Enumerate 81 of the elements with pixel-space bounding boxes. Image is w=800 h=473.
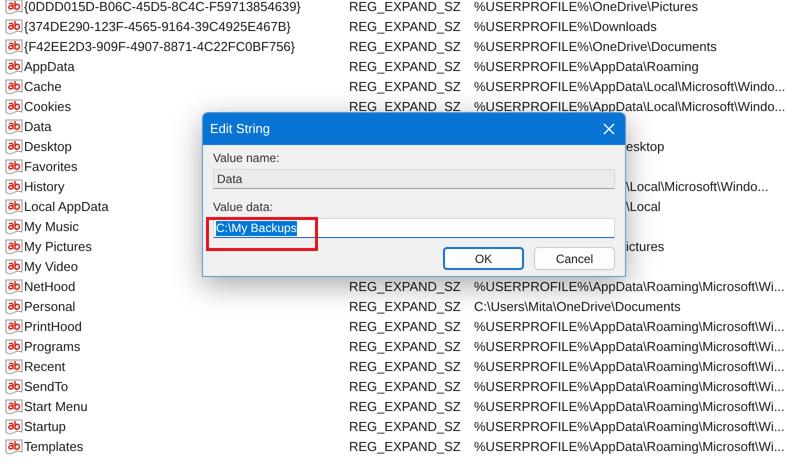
value-data: %USERPROFILE%\AppData\Roaming\Microsoft\Wi... [474, 378, 785, 396]
value-data: \Local [626, 198, 661, 216]
value-type: REG_EXPAND_SZ [349, 278, 462, 296]
string-value-icon [5, 0, 23, 15]
dialog-title: Edit String [210, 120, 270, 138]
value-type: REG_EXPAND_SZ [349, 18, 462, 36]
value-type: REG_EXPAND_SZ [349, 318, 462, 336]
value-data: %USERPROFILE%\Downloads [474, 18, 657, 36]
value-type: REG_EXPAND_SZ [349, 338, 462, 356]
value-data: %USERPROFILE%\AppData\Roaming\Microsoft\Wi... [474, 338, 785, 356]
value-name[interactable]: {0DDD015D-B06C-45D5-8C4C-F59713854639} [24, 0, 349, 17]
string-value-icon [5, 279, 23, 295]
value-name[interactable]: Cache [24, 77, 349, 97]
value-data: %USERPROFILE%\AppData\Roaming\Microsoft\Wi... [474, 398, 785, 416]
string-value-icon [5, 319, 23, 335]
value-name[interactable]: {F42EE2D3-909F-4907-8871-4C22FC0BF756} [24, 37, 349, 57]
string-value-icon [5, 139, 23, 155]
string-value-icon [5, 419, 23, 435]
value-data: esktop [626, 138, 664, 156]
value-data: %USERPROFILE%\AppData\Roaming\Microsoft\Wi... [474, 278, 785, 296]
value-data-field[interactable]: C:\My Backups [213, 218, 615, 238]
string-value-icon [5, 219, 23, 235]
value-data: %USERPROFILE%\AppData\Roaming\Microsoft\Wi... [474, 438, 785, 456]
string-value-icon [5, 239, 23, 255]
value-type: REG_EXPAND_SZ [349, 58, 462, 76]
value-type: REG_EXPAND_SZ [349, 38, 462, 56]
value-data: %USERPROFILE%\OneDrive\Pictures [474, 0, 698, 16]
string-value-icon [5, 339, 23, 355]
value-type: REG_EXPAND_SZ [349, 78, 462, 96]
value-data: %USERPROFILE%\AppData\Local\Microsoft\Windo... [474, 98, 786, 116]
value-name[interactable]: Recent [24, 357, 349, 377]
string-value-icon [5, 259, 23, 275]
value-type: REG_EXPAND_SZ [349, 378, 462, 396]
value-name[interactable]: Personal [24, 297, 349, 317]
string-value-icon [5, 359, 23, 375]
string-value-icon [5, 19, 23, 35]
value-name[interactable]: Startup [24, 417, 349, 437]
value-data: ictures [626, 238, 664, 256]
value-name[interactable]: Templates [24, 437, 349, 457]
value-type: REG_EXPAND_SZ [349, 0, 462, 16]
value-type: REG_EXPAND_SZ [349, 98, 462, 116]
value-data: %USERPROFILE%\AppData\Roaming\Microsoft\Wi... [474, 358, 785, 376]
value-name[interactable]: AppData [24, 57, 349, 77]
close-icon[interactable] [603, 123, 615, 135]
value-type: REG_EXPAND_SZ [349, 438, 462, 456]
value-type: REG_EXPAND_SZ [349, 298, 462, 316]
field-label: Value name: [213, 150, 280, 166]
cancel-button[interactable]: Cancel [534, 247, 615, 270]
value-name[interactable]: Cookies [24, 97, 349, 117]
value-data: %USERPROFILE%\AppData\Roaming\Microsoft\Wi... [474, 418, 785, 436]
value-name[interactable]: SendTo [24, 377, 349, 397]
value-name-field: Data [213, 169, 615, 189]
value-type: REG_EXPAND_SZ [349, 418, 462, 436]
string-value-icon [5, 439, 23, 455]
value-name[interactable]: {374DE290-123F-4565-9164-39C4925E467B} [24, 17, 349, 37]
string-value-icon [5, 99, 23, 115]
value-data: C:\Users\Mita\OneDrive\Documents [474, 298, 681, 316]
value-name[interactable]: NetHood [24, 277, 349, 297]
string-value-icon [5, 59, 23, 75]
string-value-icon [5, 199, 23, 215]
string-value-icon [5, 79, 23, 95]
field-label: Value data: [213, 199, 273, 215]
string-value-icon [5, 119, 23, 135]
value-type: REG_EXPAND_SZ [349, 398, 462, 416]
value-data: %USERPROFILE%\AppData\Local\Microsoft\Windo... [474, 78, 786, 96]
value-data-text: C:\My Backups [216, 220, 297, 236]
string-value-icon [5, 299, 23, 315]
value-type: REG_EXPAND_SZ [349, 358, 462, 376]
string-value-icon [5, 159, 23, 175]
value-data: \Local\Microsoft\Windo... [626, 178, 768, 196]
value-name[interactable]: PrintHood [24, 317, 349, 337]
string-value-icon [5, 179, 23, 195]
value-name[interactable]: Start Menu [24, 397, 349, 417]
ok-button[interactable]: OK [443, 247, 524, 270]
value-name[interactable]: Programs [24, 337, 349, 357]
value-data: %USERPROFILE%\AppData\Roaming\Microsoft\Wi... [474, 318, 785, 336]
value-data: %USERPROFILE%\AppData\Roaming [474, 58, 699, 76]
string-value-icon [5, 379, 23, 395]
string-value-icon [5, 39, 23, 55]
string-value-icon [5, 399, 23, 415]
value-data: %USERPROFILE%\OneDrive\Documents [474, 38, 717, 56]
